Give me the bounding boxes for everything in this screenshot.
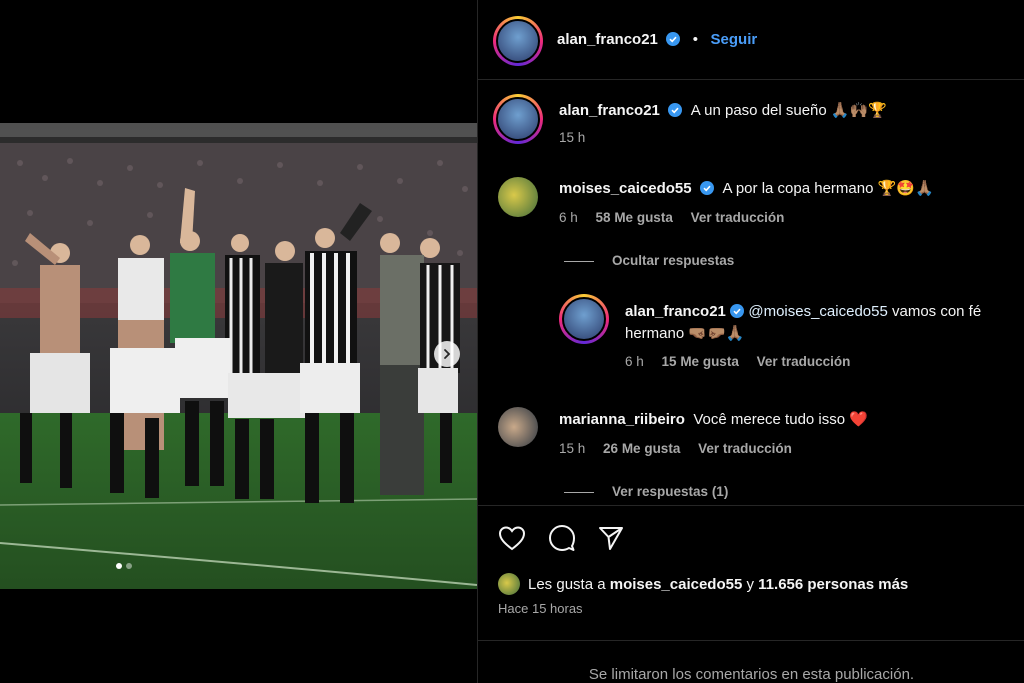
post-timestamp: Hace 15 horas [498, 601, 583, 616]
reply-likes[interactable]: 15 Me gusta [662, 354, 739, 369]
share-icon[interactable] [598, 525, 624, 551]
carousel-dot-active [116, 563, 122, 569]
comment-time: 15 h [559, 441, 586, 456]
comment-avatar[interactable] [498, 177, 538, 217]
caption-avatar[interactable] [493, 94, 543, 144]
reply-time: 6 h [625, 354, 644, 369]
translate-link[interactable]: Ver traducción [698, 441, 792, 456]
comment-avatar[interactable] [498, 407, 538, 447]
comment-text: Você merece tudo isso ❤️ [693, 411, 868, 428]
post-photo[interactable] [0, 123, 477, 589]
thread-line [564, 491, 594, 493]
media-panel [0, 0, 477, 683]
caption-time: 15 h [559, 130, 586, 145]
thread-line [564, 260, 594, 262]
reply-avatar[interactable] [559, 294, 609, 344]
likes-summary[interactable]: Les gusta a moises_caicedo55 y 11.656 pe… [528, 576, 908, 593]
caption-username[interactable]: alan_franco21 [559, 102, 660, 119]
post-actions: Les gusta a moises_caicedo55 y 11.656 pe… [478, 505, 1024, 640]
carousel-next-button[interactable] [434, 341, 460, 367]
translate-link[interactable]: Ver traducción [691, 210, 785, 225]
comment-text: A por la copa hermano 🏆🤩🙏🏽 [722, 180, 934, 197]
comment-icon[interactable] [548, 524, 576, 552]
author-avatar[interactable] [493, 16, 543, 66]
comment-username[interactable]: marianna_riibeiro [559, 411, 685, 428]
verified-badge-icon [668, 103, 683, 117]
reply: alan_franco21 @moises_caicedo55 vamos co… [625, 301, 1023, 345]
follow-button[interactable]: Seguir [711, 31, 758, 48]
verified-badge-icon [700, 181, 715, 195]
translate-link[interactable]: Ver traducción [757, 354, 851, 369]
liker-username: moises_caicedo55 [609, 576, 743, 593]
comment-meta: 6 h 58 Me gusta Ver traducción [559, 210, 784, 225]
verified-badge-icon [666, 32, 681, 46]
comment-meta: 15 h 26 Me gusta Ver traducción [559, 441, 792, 456]
mention-link[interactable]: @moises_caicedo55 [748, 303, 887, 320]
chevron-right-icon [444, 349, 451, 359]
comment-username[interactable]: moises_caicedo55 [559, 180, 692, 197]
comment-likes[interactable]: 26 Me gusta [603, 441, 680, 456]
caption: alan_franco21 A un paso del sueño 🙏🏽🙌🏽🏆 [559, 101, 887, 120]
caption-text: A un paso del sueño 🙏🏽🙌🏽🏆 [690, 102, 887, 119]
heart-icon[interactable] [498, 525, 526, 551]
liker-avatar[interactable] [498, 573, 520, 595]
separator-dot: • [692, 31, 699, 48]
comment-time: 6 h [559, 210, 578, 225]
comments-limited-notice: Se limitaron los comentarios en esta pub… [478, 640, 1024, 683]
comment: moises_caicedo55 A por la copa hermano 🏆… [559, 179, 934, 198]
comment-likes[interactable]: 58 Me gusta [596, 210, 673, 225]
post-header: alan_franco21 • Seguir [478, 0, 1024, 80]
comment: marianna_riibeiro Você merece tudo isso … [559, 410, 868, 429]
reply-username[interactable]: alan_franco21 [625, 303, 726, 320]
reply-meta: 6 h 15 Me gusta Ver traducción [625, 354, 850, 369]
hide-replies-toggle[interactable]: Ocultar respuestas [564, 253, 734, 268]
likes-count: 11.656 personas más [758, 576, 909, 593]
carousel-indicator [116, 563, 132, 569]
author-username[interactable]: alan_franco21 [557, 31, 658, 48]
verified-badge-icon [729, 304, 744, 318]
carousel-dot [126, 563, 132, 569]
post-details-panel: alan_franco21 • Seguir alan_franco21 A u… [477, 0, 1024, 683]
view-replies-toggle[interactable]: Ver respuestas (1) [564, 484, 728, 499]
